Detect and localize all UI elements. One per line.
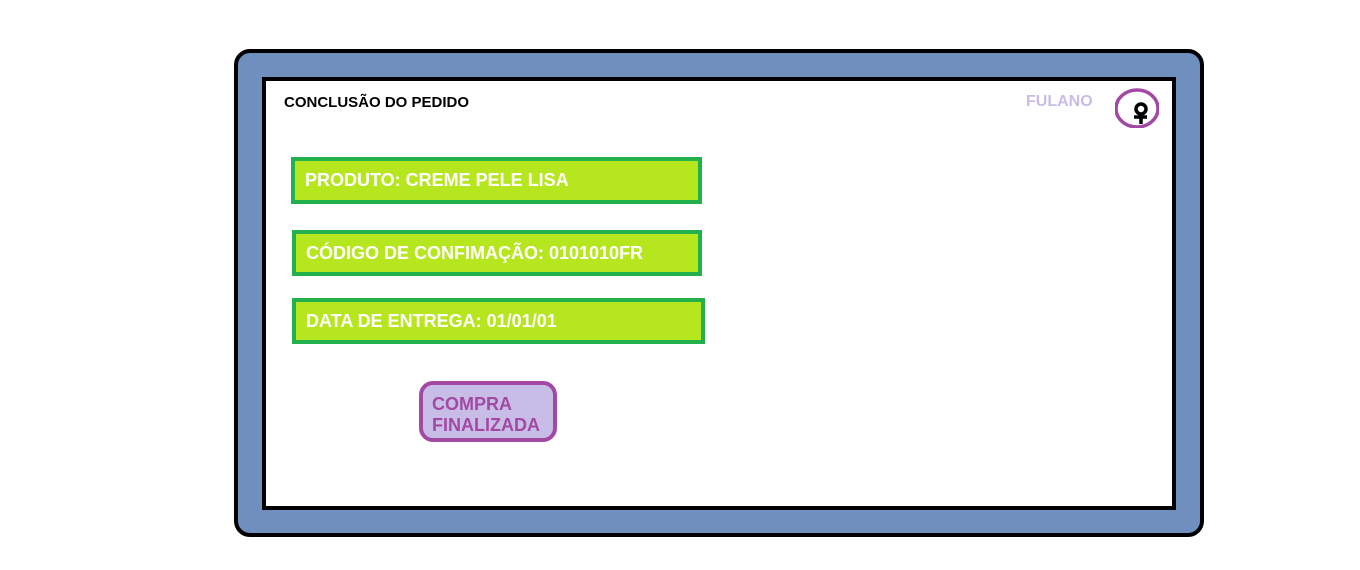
confirmation-code-text: CÓDIGO DE CONFIMAÇÃO: 0101010FR: [306, 242, 644, 263]
avatar[interactable]: [1114, 88, 1160, 129]
confirmation-code-field: CÓDIGO DE CONFIMAÇÃO: 0101010FR: [292, 230, 702, 276]
user-name[interactable]: FULANO: [1026, 93, 1093, 111]
product-field: PRODUTO: CREME PELE LISA: [291, 157, 702, 204]
user-icon: [1114, 88, 1160, 129]
screen: [262, 77, 1176, 510]
app-stage: CONCLUSÃO DO PEDIDO FULANO PRODUTO: CREM…: [0, 0, 1360, 570]
finish-purchase-button[interactable]: COMPRA FINALIZADA: [419, 381, 557, 442]
delivery-date-text: DATA DE ENTREGA: 01/01/01: [306, 310, 557, 331]
page-title: CONCLUSÃO DO PEDIDO: [284, 94, 470, 111]
delivery-date-field: DATA DE ENTREGA: 01/01/01: [292, 298, 705, 344]
product-text: PRODUTO: CREME PELE LISA: [305, 170, 569, 190]
